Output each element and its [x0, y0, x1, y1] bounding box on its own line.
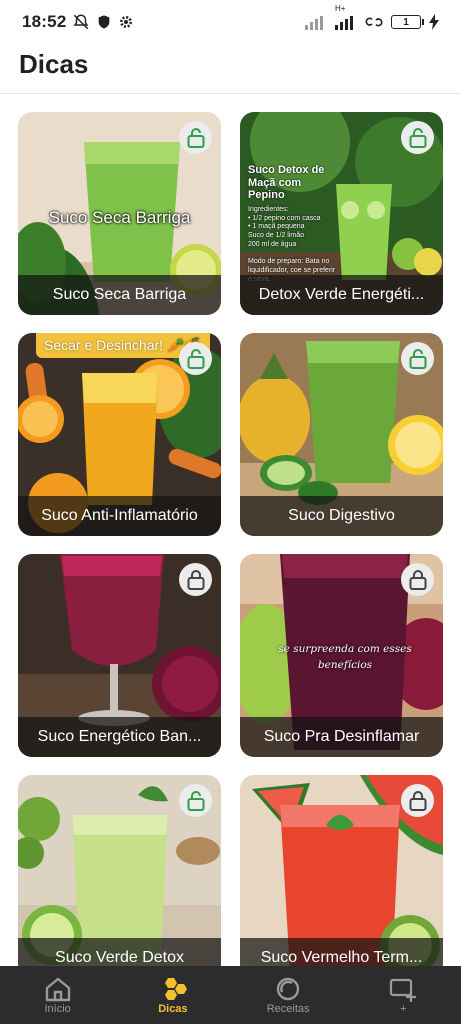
- tips-grid: Suco Seca Barriga Suco Seca Barriga Suco…: [18, 112, 443, 978]
- bottom-nav: Início Dicas Receitas +: [0, 966, 461, 1024]
- nav-label: Início: [44, 1003, 71, 1015]
- locked-icon[interactable]: [401, 563, 434, 596]
- tip-card-verde-detox[interactable]: Suco Verde Detox: [18, 775, 221, 978]
- nav-label: Dicas: [158, 1003, 188, 1015]
- add-screen-icon: [389, 975, 417, 1003]
- card-title: Detox Verde Energéti...: [240, 275, 443, 315]
- locked-icon[interactable]: [179, 563, 212, 596]
- charging-icon: [429, 14, 439, 30]
- battery-icon: 1: [391, 15, 424, 29]
- nav-label: Receitas: [266, 1003, 310, 1015]
- card-title: Suco Energético Ban...: [18, 717, 221, 757]
- link-icon: [365, 17, 383, 27]
- nav-add[interactable]: +: [346, 966, 461, 1024]
- tip-card-desinflamar[interactable]: se surpreenda com esses benefícios Suco …: [240, 554, 443, 757]
- unlocked-icon[interactable]: [179, 121, 212, 154]
- card-title: Suco Pra Desinflamar: [240, 717, 443, 757]
- signal-icon-2: [335, 16, 353, 30]
- tip-card-anti-inflamatorio[interactable]: Secar e Desinchar! 🥕🍊 Suco Anti-Inflamat…: [18, 333, 221, 536]
- tip-card-vermelho[interactable]: Suco Vermelho Term...: [240, 775, 443, 978]
- tip-card-energetico[interactable]: Suco Energético Ban...: [18, 554, 221, 757]
- network-type: H+: [335, 4, 346, 13]
- unlocked-icon[interactable]: [179, 342, 212, 375]
- unlocked-icon[interactable]: [179, 784, 212, 817]
- signal-icon: [305, 16, 323, 30]
- tip-card-suco-digestivo[interactable]: Suco Digestivo: [240, 333, 443, 536]
- tip-card-detox-verde[interactable]: Suco Detox de Maçã com Pepino Ingredient…: [240, 112, 443, 315]
- home-icon: [44, 975, 72, 1003]
- tip-card-suco-seca-barriga[interactable]: Suco Seca Barriga Suco Seca Barriga: [18, 112, 221, 315]
- card-title: Suco Seca Barriga: [18, 275, 221, 315]
- app-header: Dicas: [0, 44, 461, 94]
- card-title: Suco Digestivo: [240, 496, 443, 536]
- ring-icon: [274, 975, 302, 1003]
- status-bar: 18:52 H+ 1: [0, 0, 461, 44]
- gear-icon: [120, 16, 133, 28]
- recipe-overlay: Suco Detox de Maçã com Pepino Ingredient…: [248, 164, 336, 285]
- page-title: Dicas: [19, 49, 89, 79]
- image-overlay-title: Suco Seca Barriga: [48, 208, 191, 227]
- honeycomb-icon: [159, 975, 187, 1003]
- nav-inicio[interactable]: Início: [0, 966, 115, 1024]
- nav-label: +: [400, 1003, 407, 1015]
- nav-receitas[interactable]: Receitas: [231, 966, 346, 1024]
- unlocked-icon[interactable]: [401, 121, 434, 154]
- clock: 18:52: [22, 12, 67, 31]
- nav-dicas[interactable]: Dicas: [115, 966, 230, 1024]
- shield-icon: [99, 15, 110, 29]
- recipe-text: Ingredientes: • 1/2 pepino com casca • 1…: [248, 205, 336, 283]
- locked-icon[interactable]: [401, 784, 434, 817]
- unlocked-icon[interactable]: [401, 342, 434, 375]
- card-title: Suco Anti-Inflamatório: [18, 496, 221, 536]
- mute-bell-icon: [74, 14, 89, 30]
- image-overlay-text: se surpreenda com esses benefícios: [278, 643, 412, 671]
- recipe-title: Suco Detox de Maçã com Pepino: [248, 164, 325, 202]
